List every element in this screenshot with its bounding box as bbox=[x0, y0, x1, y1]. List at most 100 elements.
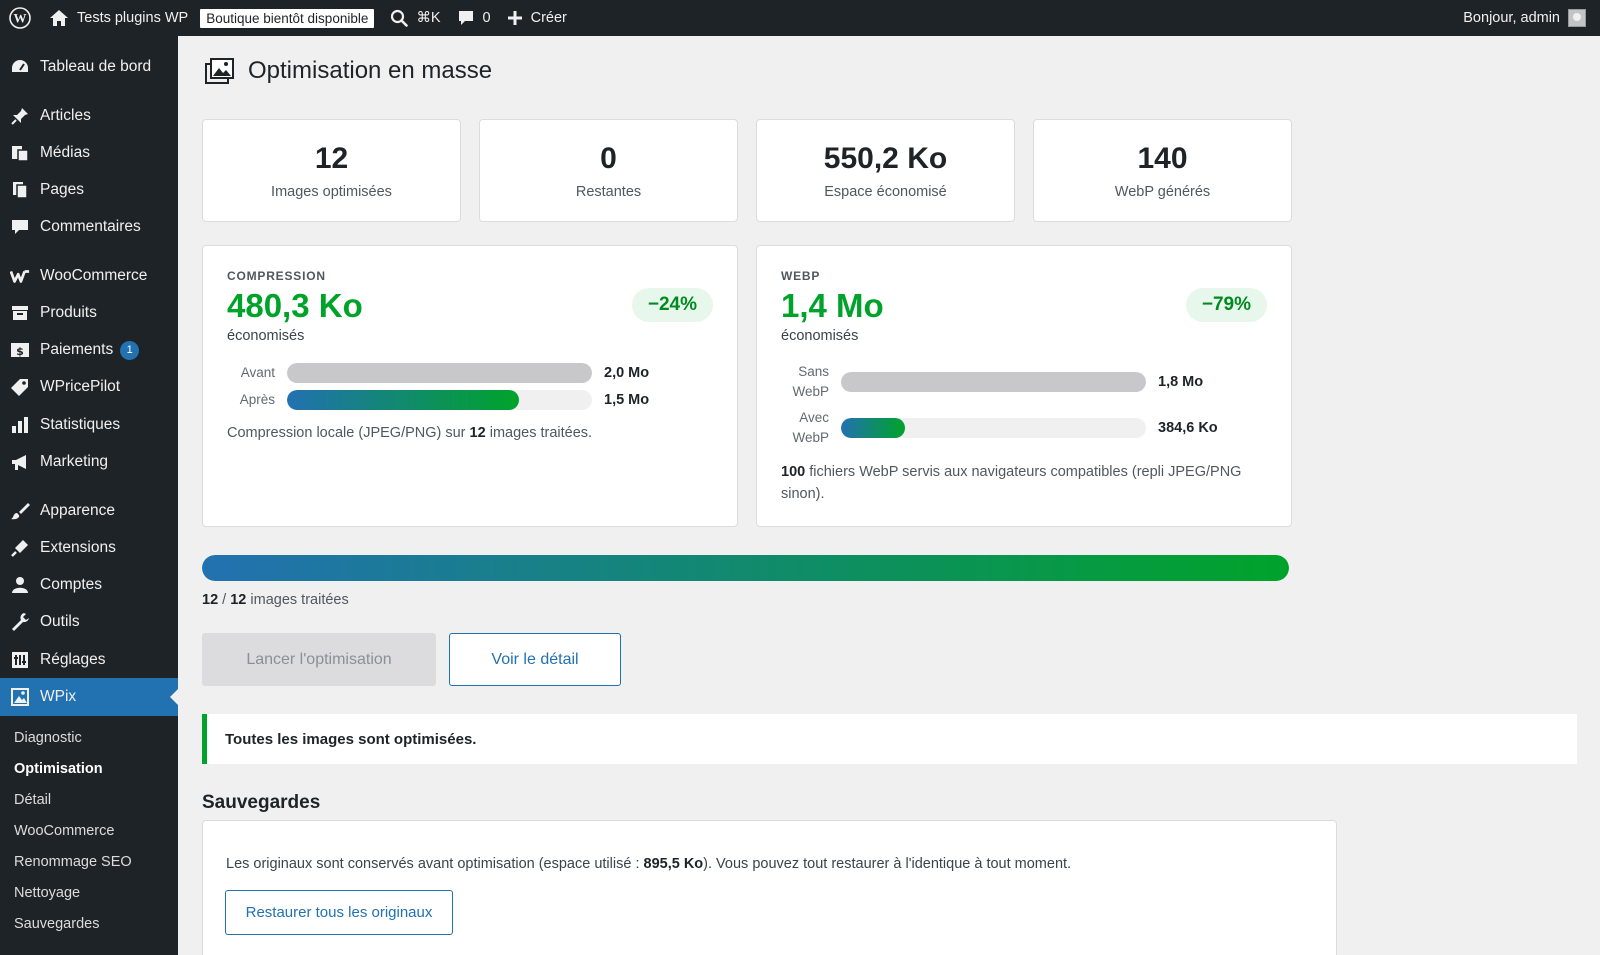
bar-value: 2,0 Mo bbox=[604, 365, 650, 381]
stat-label: Espace économisé bbox=[824, 183, 947, 200]
sidebar-item-wpix[interactable]: WPix bbox=[0, 678, 178, 716]
sidebar-item-tools[interactable]: Outils bbox=[0, 603, 178, 641]
payment-icon: $ bbox=[10, 340, 30, 360]
panel-heading: WEBP bbox=[781, 269, 821, 283]
plugin-icon bbox=[10, 538, 30, 558]
stat-value: 140 bbox=[1137, 141, 1188, 175]
bar-value: 1,8 Mo bbox=[1158, 374, 1204, 390]
bar-label: Avec WebP bbox=[757, 408, 841, 448]
admin-sidebar: Tableau de bord Articles Médias Pages Co… bbox=[0, 36, 178, 955]
sidebar-item-wpricepilot[interactable]: WPricePilot bbox=[0, 368, 178, 406]
media-icon bbox=[10, 143, 30, 163]
with-webp-bar-fill bbox=[841, 418, 906, 438]
comment-icon bbox=[458, 11, 473, 25]
pages-icon bbox=[10, 180, 30, 200]
sidebar-item-label: Articles bbox=[40, 107, 91, 124]
paintbrush-icon bbox=[10, 501, 30, 521]
sidebar-item-label: WPricePilot bbox=[40, 378, 121, 395]
svg-text:W: W bbox=[14, 11, 27, 26]
admin-bar: W Tests plugins WP Boutique bientôt disp… bbox=[0, 0, 1600, 36]
sidebar-item-articles[interactable]: Articles bbox=[0, 97, 178, 135]
saved-label: économisés bbox=[781, 328, 859, 344]
restore-originals-button[interactable]: Restaurer tous les originaux bbox=[225, 890, 453, 935]
sidebar-item-label: Pages bbox=[40, 181, 84, 198]
bar-label-line: WebP bbox=[792, 384, 829, 399]
sidebar-item-accounts[interactable]: Comptes bbox=[0, 566, 178, 604]
without-webp-bar-row: Sans WebP 1,8 Mo bbox=[757, 362, 1203, 402]
submenu-item-backups[interactable]: Sauvegardes bbox=[14, 916, 99, 932]
sidebar-item-label: Produits bbox=[40, 304, 97, 321]
webp-panel: WEBP 1,4 Mo économisés −79% Sans WebP 1,8… bbox=[756, 245, 1292, 527]
webp-note: 100 fichiers WebP servis aux navigateurs… bbox=[781, 461, 1271, 505]
sidebar-item-extensions[interactable]: Extensions bbox=[0, 529, 178, 567]
notification-badge: 1 bbox=[120, 340, 140, 360]
avatar bbox=[1568, 9, 1586, 27]
saved-amount: 480,3 Ko bbox=[227, 287, 363, 324]
command-palette-button[interactable]: ⌘K bbox=[382, 0, 448, 36]
submenu-item-cleanup[interactable]: Nettoyage bbox=[14, 885, 80, 901]
sidebar-item-label: WooCommerce bbox=[40, 267, 148, 284]
dashboard-icon bbox=[10, 57, 30, 77]
pin-icon bbox=[10, 106, 30, 126]
woocommerce-icon bbox=[10, 266, 30, 286]
sidebar-item-comments[interactable]: Commentaires bbox=[0, 208, 178, 246]
stat-value: 0 bbox=[600, 141, 617, 175]
with-webp-bar-track bbox=[841, 418, 1146, 438]
sidebar-item-settings[interactable]: Réglages bbox=[0, 641, 178, 679]
with-webp-bar-row: Avec WebP 384,6 Ko bbox=[757, 408, 1217, 448]
notice-text: Toutes les images sont optimisées. bbox=[225, 730, 477, 748]
optimization-progress-bar bbox=[202, 555, 1289, 581]
progress-text: 12 / 12 images traitées bbox=[202, 592, 349, 608]
sidebar-item-woocommerce[interactable]: WooCommerce bbox=[0, 257, 178, 295]
bar-label: Après bbox=[239, 392, 275, 407]
start-optimization-button[interactable]: Lancer l'optimisation bbox=[202, 633, 436, 686]
sidebar-item-media[interactable]: Médias bbox=[0, 134, 178, 172]
sidebar-item-dashboard[interactable]: Tableau de bord bbox=[0, 48, 178, 86]
comments-link[interactable]: 0 bbox=[449, 0, 499, 36]
submenu-item-woocommerce[interactable]: WooCommerce bbox=[14, 823, 114, 839]
create-new-button[interactable]: Créer bbox=[499, 0, 575, 36]
sidebar-item-label: Comptes bbox=[40, 576, 103, 593]
after-bar-row: Après 1,5 Mo bbox=[203, 390, 649, 410]
sidebar-item-products[interactable]: Produits bbox=[0, 294, 178, 332]
bar-label-line: WebP bbox=[792, 430, 829, 445]
image-icon bbox=[10, 687, 30, 707]
note-count: 12 bbox=[469, 425, 486, 441]
comment-icon bbox=[10, 217, 30, 237]
sidebar-item-label: WPix bbox=[40, 688, 77, 705]
submenu-item-optimisation[interactable]: Optimisation bbox=[14, 761, 103, 777]
after-bar-track bbox=[287, 390, 592, 410]
submenu-item-seo-rename[interactable]: Renommage SEO bbox=[14, 854, 132, 870]
site-name-link[interactable]: Tests plugins WP Boutique bientôt dispon… bbox=[41, 0, 382, 36]
wordpress-icon: W bbox=[9, 7, 31, 29]
sidebar-item-payments[interactable]: $ Paiements 1 bbox=[0, 331, 178, 369]
sidebar-item-pages[interactable]: Pages bbox=[0, 171, 178, 209]
sidebar-item-label: Statistiques bbox=[40, 416, 121, 433]
account-menu[interactable]: Bonjour, admin bbox=[1463, 0, 1586, 36]
before-bar-track bbox=[287, 363, 592, 383]
note-line: fichiers WebP servis aux navigateurs com… bbox=[809, 464, 1242, 480]
submenu-item-detail[interactable]: Détail bbox=[14, 792, 51, 808]
stat-value: 550,2 Ko bbox=[823, 141, 948, 175]
compression-panel: COMPRESSION 480,3 Ko économisés −24% Ava… bbox=[202, 245, 738, 527]
bar-label-line: Sans bbox=[798, 364, 829, 379]
stat-label: WebP générés bbox=[1114, 183, 1211, 200]
submenu-item-diagnostic[interactable]: Diagnostic bbox=[14, 730, 82, 746]
wordpress-logo-button[interactable]: W bbox=[0, 0, 41, 36]
backups-panel: Les originaux sont conservés avant optim… bbox=[202, 820, 1337, 955]
progress-separator: / bbox=[222, 592, 227, 608]
progress-label: images traitées bbox=[250, 592, 349, 608]
shop-status-badge[interactable]: Boutique bientôt disponible bbox=[200, 8, 375, 28]
progress-total: 12 bbox=[230, 592, 247, 608]
without-webp-bar-fill bbox=[841, 372, 1146, 392]
before-bar-row: Avant 2,0 Mo bbox=[203, 363, 649, 383]
success-notice: Toutes les images sont optimisées. bbox=[202, 714, 1577, 764]
sidebar-item-statistics[interactable]: Statistiques bbox=[0, 406, 178, 444]
sidebar-item-label: Marketing bbox=[40, 453, 109, 470]
view-details-button[interactable]: Voir le détail bbox=[449, 633, 621, 686]
sidebar-item-label: Apparence bbox=[40, 502, 115, 519]
sidebar-item-label: Médias bbox=[40, 144, 90, 161]
sidebar-item-marketing[interactable]: Marketing bbox=[0, 443, 178, 481]
sidebar-item-appearance[interactable]: Apparence bbox=[0, 492, 178, 530]
plus-icon bbox=[507, 11, 522, 25]
